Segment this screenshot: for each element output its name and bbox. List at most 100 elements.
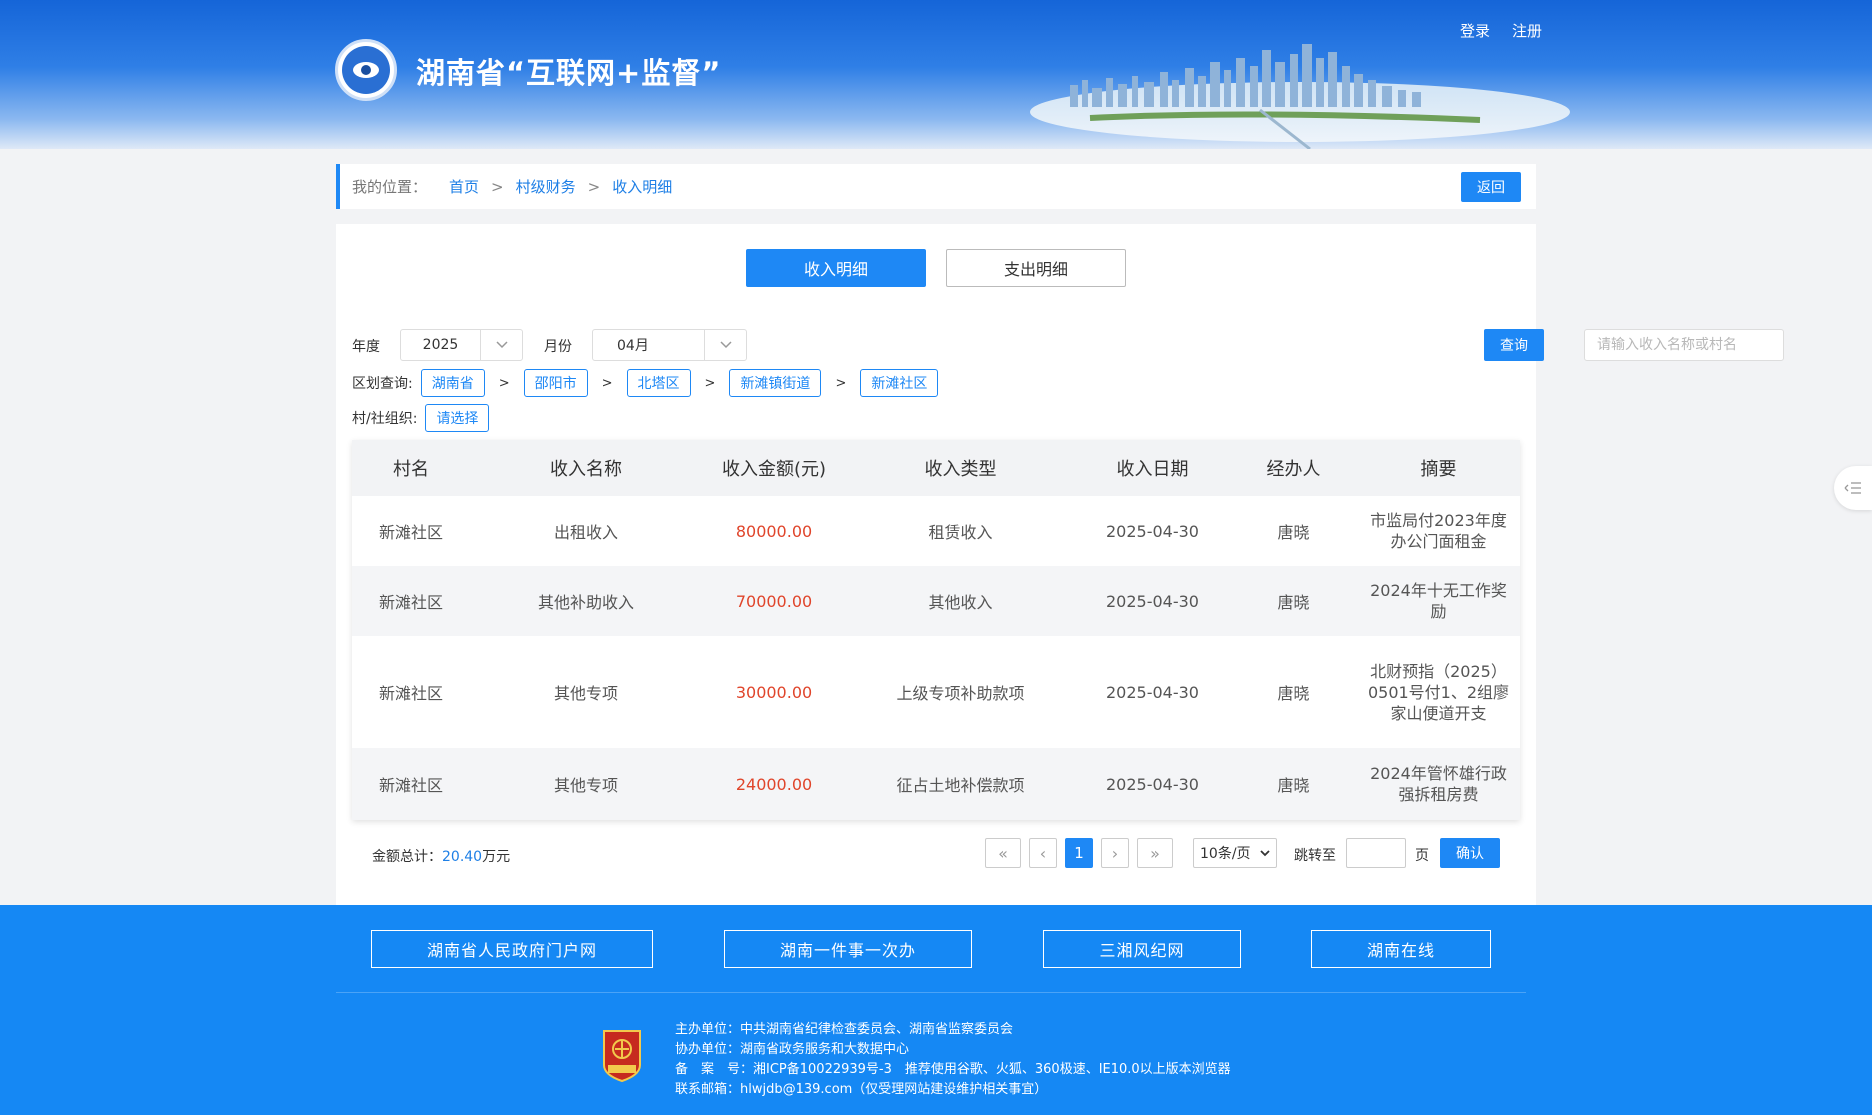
gov-agency-badge-icon[interactable] <box>600 1029 644 1083</box>
region-separator: > <box>498 375 510 391</box>
cell-amount: 70000.00 <box>702 566 846 636</box>
cell-handler: 唐晓 <box>1230 636 1357 748</box>
cell-village: 新滩社区 <box>352 636 470 748</box>
table-row[interactable]: 新滩社区 出租收入 80000.00 租赁收入 2025-04-30 唐晓 市监… <box>352 496 1520 566</box>
footer-co-host: 协办单位：湖南省政务服务和大数据中心 <box>675 1042 910 1057</box>
confirm-jump-button[interactable]: 确认 <box>1440 838 1500 868</box>
cell-handler: 唐晓 <box>1230 748 1357 820</box>
jump-label: 跳转至 <box>1294 848 1336 864</box>
first-page-icon[interactable]: « <box>985 838 1021 868</box>
per-page-select[interactable]: 10条/页 <box>1193 838 1277 868</box>
cell-income-name: 其他专项 <box>470 636 702 748</box>
breadcrumb-village-finance[interactable]: 村级财务 <box>516 176 576 197</box>
total-amount: 金额总计：20.40万元 <box>372 846 510 866</box>
cell-date: 2025-04-30 <box>1075 496 1230 566</box>
cell-date: 2025-04-30 <box>1075 636 1230 748</box>
last-page-icon[interactable]: » <box>1137 838 1173 868</box>
region-chip-district[interactable]: 北塔区 <box>626 369 691 397</box>
total-label: 金额总计： <box>372 849 442 865</box>
cell-village: 新滩社区 <box>352 748 470 820</box>
org-label: 村/社组织: <box>352 411 418 427</box>
jump-page-input[interactable] <box>1346 838 1406 868</box>
region-separator: > <box>835 375 847 391</box>
page-number-current[interactable]: 1 <box>1065 838 1093 868</box>
year-select[interactable]: 2025 <box>400 329 523 361</box>
table-row[interactable]: 新滩社区 其他专项 30000.00 上级专项补助款项 2025-04-30 唐… <box>352 636 1520 748</box>
org-select-chip[interactable]: 请选择 <box>425 404 490 432</box>
month-select[interactable]: 04月 <box>592 329 747 361</box>
cell-income-name: 出租收入 <box>470 496 702 566</box>
region-label: 区划查询: <box>352 376 413 392</box>
breadcrumb-separator: > <box>587 177 601 196</box>
login-link[interactable]: 登录 <box>1460 20 1490 41</box>
region-chip-community[interactable]: 新滩社区 <box>860 369 939 397</box>
search-input[interactable] <box>1584 329 1784 361</box>
region-filter: 区划查询: 湖南省 > 邵阳市 > 北塔区 > 新滩镇街道 > 新滩社区 <box>352 369 939 397</box>
cell-type: 租赁收入 <box>846 496 1075 566</box>
table-footer: 金额总计：20.40万元 « ‹ 1 › » 10条/页 跳转至 页 确认 <box>336 838 1536 870</box>
cell-handler: 唐晓 <box>1230 496 1357 566</box>
footer-link-gov-portal[interactable]: 湖南省人民政府门户网 <box>371 930 653 968</box>
year-value: 2025 <box>422 337 459 353</box>
total-unit: 万元 <box>482 849 511 865</box>
cell-income-name: 其他补助收入 <box>470 566 702 636</box>
region-separator: > <box>601 375 613 391</box>
footer-link-sanxiang[interactable]: 三湘风纪网 <box>1043 930 1241 968</box>
cell-village: 新滩社区 <box>352 496 470 566</box>
year-label: 年度 <box>352 339 380 355</box>
col-income-amount: 收入金额(元) <box>702 440 846 496</box>
breadcrumb-income-detail[interactable]: 收入明细 <box>612 176 672 197</box>
cell-handler: 唐晓 <box>1230 566 1357 636</box>
col-handler: 经办人 <box>1230 440 1357 496</box>
tab-expense-detail[interactable]: 支出明细 <box>946 249 1126 287</box>
register-link[interactable]: 注册 <box>1512 20 1542 41</box>
table-header-row: 村名 收入名称 收入金额(元) 收入类型 收入日期 经办人 摘要 <box>352 440 1520 496</box>
filter-row: 年度 2025 月份 04月 查询 <box>352 329 1784 361</box>
cell-amount: 30000.00 <box>702 636 846 748</box>
site-logo-icon[interactable] <box>335 39 397 101</box>
footer-info: 主办单位：中共湖南省纪律检查委员会、湖南省监察委员会 协办单位：湖南省政务服务和… <box>675 1020 1231 1100</box>
query-button[interactable]: 查询 <box>1484 329 1544 361</box>
tab-income-detail[interactable]: 收入明细 <box>746 249 926 287</box>
col-village: 村名 <box>352 440 470 496</box>
col-summary: 摘要 <box>1357 440 1520 496</box>
region-chip-town[interactable]: 新滩镇街道 <box>729 369 822 397</box>
pagination: « ‹ 1 › » <box>985 838 1181 868</box>
page-unit-label: 页 <box>1415 848 1429 864</box>
col-income-name: 收入名称 <box>470 440 702 496</box>
total-value: 20.40 <box>442 849 483 865</box>
site-header: 湖南省“互联网+监督” 登录 注册 <box>0 0 1872 149</box>
main-panel: 收入明细 支出明细 年度 2025 月份 04月 查询 区划查询: 湖南省 > … <box>336 224 1784 905</box>
side-menu-toggle[interactable] <box>1834 466 1872 510</box>
detail-tabs: 收入明细 支出明细 <box>336 249 1536 287</box>
menu-list-icon <box>1844 482 1861 494</box>
back-button[interactable]: 返回 <box>1461 172 1521 202</box>
next-page-icon[interactable]: › <box>1101 838 1129 868</box>
site-footer: 湖南省人民政府门户网 湖南一件事一次办 三湘风纪网 湖南在线 主办单位：中共湖南… <box>0 905 1872 1115</box>
footer-link-one-thing[interactable]: 湖南一件事一次办 <box>724 930 972 968</box>
search-box <box>1584 329 1784 361</box>
chevron-down-icon <box>1260 849 1270 856</box>
cell-type: 其他收入 <box>846 566 1075 636</box>
col-income-type: 收入类型 <box>846 440 1075 496</box>
region-chip-province[interactable]: 湖南省 <box>420 369 485 397</box>
city-skyline-banner <box>1030 44 1570 149</box>
cell-date: 2025-04-30 <box>1075 566 1230 636</box>
breadcrumb-label: 我的位置： <box>352 178 428 196</box>
month-label: 月份 <box>544 339 572 355</box>
cell-summary: 2024年十无工作奖励 <box>1357 566 1520 636</box>
table-row[interactable]: 新滩社区 其他专项 24000.00 征占土地补偿款项 2025-04-30 唐… <box>352 748 1520 820</box>
region-chip-city[interactable]: 邵阳市 <box>523 369 588 397</box>
footer-links: 湖南省人民政府门户网 湖南一件事一次办 三湘风纪网 湖南在线 <box>0 930 1872 968</box>
breadcrumb-home[interactable]: 首页 <box>449 176 479 197</box>
col-income-date: 收入日期 <box>1075 440 1230 496</box>
income-table: 村名 收入名称 收入金额(元) 收入类型 收入日期 经办人 摘要 新滩社区 出租… <box>352 440 1520 820</box>
cell-amount: 80000.00 <box>702 496 846 566</box>
breadcrumb-separator: > <box>491 177 504 196</box>
table-row[interactable]: 新滩社区 其他补助收入 70000.00 其他收入 2025-04-30 唐晓 … <box>352 566 1520 636</box>
prev-page-icon[interactable]: ‹ <box>1029 838 1057 868</box>
cell-amount: 24000.00 <box>702 748 846 820</box>
per-page-value: 10条/页 <box>1200 846 1251 862</box>
footer-divider <box>336 992 1526 993</box>
footer-link-hunan-online[interactable]: 湖南在线 <box>1311 930 1491 968</box>
